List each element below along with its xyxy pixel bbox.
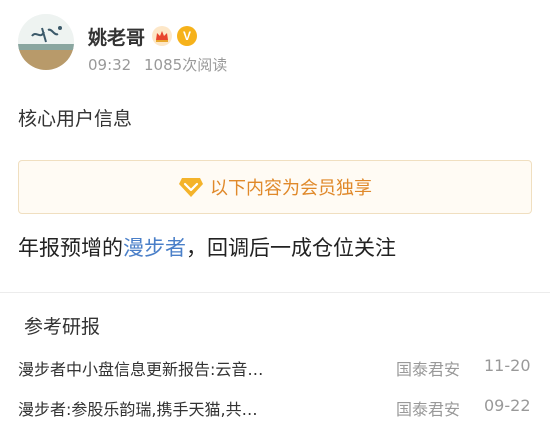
read-count: 1085次阅读	[144, 56, 228, 74]
crown-icon	[152, 26, 173, 46]
reference-row[interactable]: 漫步者中小盘信息更新报告:云音… 国泰君安 11-20	[18, 356, 538, 382]
post-suffix: ，回调后一成仓位关注	[186, 236, 396, 260]
reference-source: 国泰君安	[396, 400, 461, 419]
author-name[interactable]: 姚老哥	[88, 23, 145, 50]
avatar[interactable]	[18, 14, 74, 70]
references-title: 参考研报	[24, 316, 101, 338]
post-header: 姚老哥 V 09:32 1085次阅读	[18, 14, 538, 78]
post-time: 09:32	[88, 56, 132, 74]
diamond-vip-icon	[179, 178, 203, 197]
reference-source: 国泰君安	[396, 360, 461, 379]
stock-link[interactable]: 漫步者	[123, 236, 186, 260]
post-meta: 09:32 1085次阅读	[88, 54, 227, 75]
vip-notice-box[interactable]: 以下内容为会员独享	[18, 160, 532, 214]
reference-title: 漫步者:参股乐韵瑞,携手天猫,共…	[18, 400, 258, 419]
post-prefix: 年报预增的	[18, 236, 123, 260]
reference-date: 09-22	[484, 396, 531, 415]
post-content: 年报预增的漫步者，回调后一成仓位关注	[18, 232, 396, 262]
section-label: 核心用户信息	[18, 108, 133, 130]
vip-notice-text: 以下内容为会员独享	[210, 178, 372, 199]
reference-date: 11-20	[484, 356, 531, 375]
verified-badge: V	[177, 26, 198, 46]
divider	[0, 292, 550, 293]
reference-title: 漫步者中小盘信息更新报告:云音…	[18, 360, 264, 379]
author-name-row: 姚老哥 V	[88, 22, 198, 50]
reference-row[interactable]: 漫步者:参股乐韵瑞,携手天猫,共… 国泰君安 09-22	[18, 396, 538, 422]
